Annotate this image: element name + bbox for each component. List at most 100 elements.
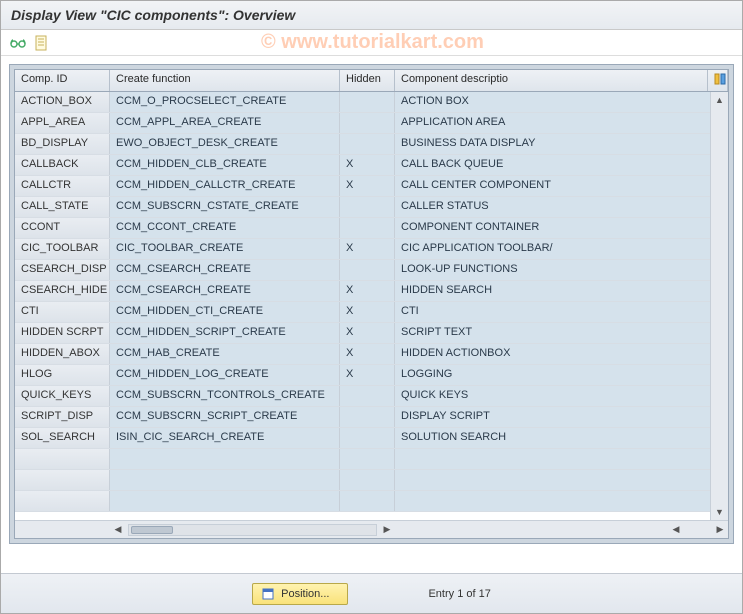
table-row: SCRIPT_DISPCCM_SUBSCRN_SCRIPT_CREATE DISP… [15,407,728,428]
horizontal-scrollbar: ◀ ▶ ◀ ▶ [15,520,728,538]
scroll-right2-icon[interactable]: ▶ [712,524,728,535]
cell-description: SOLUTION SEARCH [395,428,728,448]
cell-hidden [340,218,395,238]
cell-hidden [340,134,395,154]
cell-hidden: X [340,344,395,364]
glasses-icon[interactable] [9,34,27,52]
cell-create-function [110,491,340,511]
row-header-cell[interactable]: HIDDEN SCRPT [15,323,110,343]
cell-description: APPLICATION AREA [395,113,728,133]
table-row: SOL_SEARCHISIN_CIC_SEARCH_CREATESOLUTION… [15,428,728,449]
row-header-cell[interactable]: CTI [15,302,110,322]
table-row: CALL_STATECCM_SUBSCRN_CSTATE_CREATECALLE… [15,197,728,218]
hscroll-thumb[interactable] [131,526,173,534]
row-header-cell[interactable]: QUICK_KEYS [15,386,110,406]
column-header-hidden[interactable]: Hidden [340,70,395,91]
table-container: Comp. ID Create function Hidden Componen… [9,64,734,544]
cell-description: QUICK KEYS [395,386,728,406]
column-header-description[interactable]: Component descriptio [395,70,708,91]
row-header-cell[interactable] [15,470,110,490]
table-row: HIDDEN SCRPTCCM_HIDDEN_SCRIPT_CREATEXSCR… [15,323,728,344]
cell-create-function: CCM_HAB_CREATE [110,344,340,364]
cell-description: BUSINESS DATA DISPLAY [395,134,728,154]
cell-description: ACTION BOX [395,92,728,112]
column-header-comp-id[interactable]: Comp. ID [15,70,110,91]
cell-hidden: X [340,239,395,259]
row-header-cell[interactable]: HLOG [15,365,110,385]
cell-hidden [340,407,395,427]
table-row: CALLCTRCCM_HIDDEN_CALLCTR_CREATEXCALL CE… [15,176,728,197]
row-header-cell[interactable]: CALLBACK [15,155,110,175]
configure-columns-icon[interactable] [708,70,728,91]
cell-create-function: CCM_HIDDEN_CTI_CREATE [110,302,340,322]
row-header-cell[interactable]: CSEARCH_DISP [15,260,110,280]
scroll-left2-icon[interactable]: ◀ [668,524,684,535]
row-header-cell[interactable]: CCONT [15,218,110,238]
cell-create-function: CIC_TOOLBAR_CREATE [110,239,340,259]
row-header-cell[interactable]: HIDDEN_ABOX [15,344,110,364]
cell-description [395,491,728,511]
cell-hidden [340,260,395,280]
cell-hidden [340,386,395,406]
cell-create-function: CCM_HIDDEN_CALLCTR_CREATE [110,176,340,196]
cell-description: HIDDEN SEARCH [395,281,728,301]
position-button-label: Position... [281,588,329,600]
cell-create-function: CCM_CCONT_CREATE [110,218,340,238]
table-row: QUICK_KEYSCCM_SUBSCRN_TCONTROLS_CREATEQU… [15,386,728,407]
footer-bar: Position... Entry 1 of 17 [1,573,742,613]
cell-hidden [340,197,395,217]
table-row: CSEARCH_DISPCCM_CSEARCH_CREATELOOK-UP FU… [15,260,728,281]
cell-create-function: CCM_CSEARCH_CREATE [110,281,340,301]
cell-description: LOGGING [395,365,728,385]
row-header-cell[interactable]: CALLCTR [15,176,110,196]
cell-description [395,449,728,469]
table-contents-icon[interactable] [33,34,51,52]
row-header-cell[interactable] [15,491,110,511]
cell-hidden [340,113,395,133]
position-button[interactable]: Position... [252,583,348,605]
cell-description: DISPLAY SCRIPT [395,407,728,427]
hscroll-track[interactable] [128,524,377,536]
column-header-create-function[interactable]: Create function [110,70,340,91]
table-row: APPL_AREACCM_APPL_AREA_CREATEAPPLICATION… [15,113,728,134]
vertical-scrollbar[interactable]: ▲ ▼ [710,92,728,520]
cell-hidden: X [340,155,395,175]
scroll-down-icon[interactable]: ▼ [711,504,728,520]
table-body: ACTION_BOXCCM_O_PROCSELECT_CREATE ACTION … [15,92,728,520]
cell-hidden: X [340,365,395,385]
table-row [15,449,728,470]
row-header-cell[interactable]: SOL_SEARCH [15,428,110,448]
cell-create-function: CCM_SUBSCRN_SCRIPT_CREATE [110,407,340,427]
page-title: Display View "CIC components": Overview [1,1,742,30]
cell-create-function: CCM_O_PROCSELECT_CREATE [110,92,340,112]
scroll-right-icon[interactable]: ▶ [379,524,395,535]
row-header-cell[interactable] [15,449,110,469]
scroll-left-icon[interactable]: ◀ [110,524,126,535]
row-header-cell[interactable]: CIC_TOOLBAR [15,239,110,259]
row-header-cell[interactable]: ACTION_BOX [15,92,110,112]
cell-hidden [340,449,395,469]
cell-description: CALL BACK QUEUE [395,155,728,175]
cell-description: LOOK-UP FUNCTIONS [395,260,728,280]
table-row: CIC_TOOLBARCIC_TOOLBAR_CREATEXCIC APPLIC… [15,239,728,260]
table-row: CSEARCH_HIDECCM_CSEARCH_CREATEXHIDDEN SE… [15,281,728,302]
cell-hidden [340,470,395,490]
entry-counter: Entry 1 of 17 [428,588,490,600]
cell-description [395,470,728,490]
row-header-cell[interactable]: CSEARCH_HIDE [15,281,110,301]
row-header-cell[interactable]: APPL_AREA [15,113,110,133]
toolbar [1,30,742,56]
row-header-cell[interactable]: BD_DISPLAY [15,134,110,154]
cell-description: HIDDEN ACTIONBOX [395,344,728,364]
cell-description: CALL CENTER COMPONENT [395,176,728,196]
row-header-cell[interactable]: SCRIPT_DISP [15,407,110,427]
table-row: CTICCM_HIDDEN_CTI_CREATEXCTI [15,302,728,323]
cell-create-function: CCM_SUBSCRN_CSTATE_CREATE [110,197,340,217]
cell-hidden: X [340,323,395,343]
scroll-up-icon[interactable]: ▲ [711,92,728,108]
cell-description: CTI [395,302,728,322]
cell-hidden: X [340,302,395,322]
row-header-cell[interactable]: CALL_STATE [15,197,110,217]
cell-create-function: CCM_HIDDEN_CLB_CREATE [110,155,340,175]
cell-hidden: X [340,176,395,196]
